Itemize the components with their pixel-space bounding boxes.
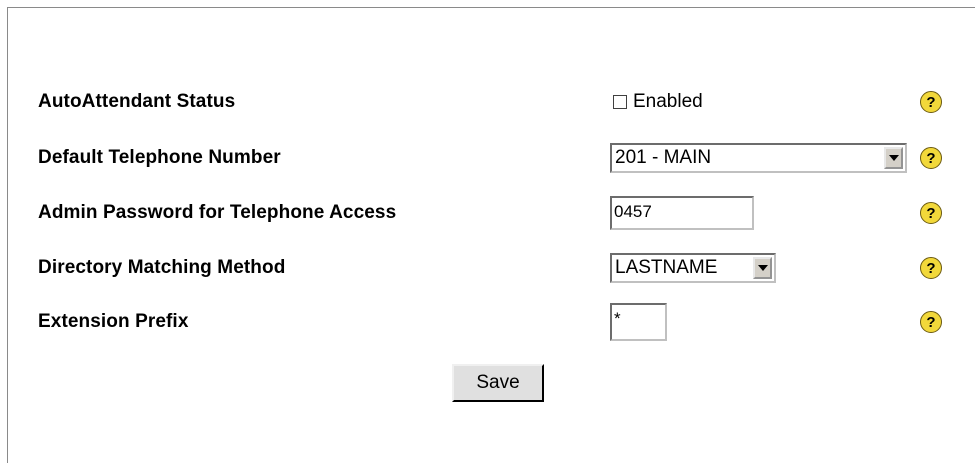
help-icon[interactable]: ? <box>920 147 942 169</box>
row-autoattendant-status: AutoAttendant Status Enabled ? <box>38 82 975 122</box>
chevron-down-icon[interactable] <box>753 257 772 279</box>
directory-matching-method-select[interactable]: LASTNAME <box>610 253 776 283</box>
save-button[interactable]: Save <box>452 364 544 402</box>
checkbox-box[interactable] <box>613 95 627 109</box>
help-icon[interactable]: ? <box>920 91 942 113</box>
extension-prefix-label: Extension Prefix <box>38 311 189 332</box>
row-directory-matching-method: Directory Matching Method LASTNAME ? <box>38 248 975 288</box>
autoattendant-status-label: AutoAttendant Status <box>38 91 236 112</box>
extension-prefix-input[interactable]: * <box>610 303 667 341</box>
autoattendant-enabled-checkbox[interactable]: Enabled <box>610 91 703 113</box>
default-telephone-number-select[interactable]: 201 - MAIN <box>610 143 907 173</box>
admin-password-input[interactable]: 0457 <box>610 196 754 230</box>
row-default-telephone-number: Default Telephone Number 201 - MAIN ? <box>38 138 975 178</box>
directory-matching-method-value: LASTNAME <box>615 257 718 278</box>
help-icon[interactable]: ? <box>920 311 942 333</box>
default-telephone-number-label: Default Telephone Number <box>38 147 281 168</box>
admin-password-label: Admin Password for Telephone Access <box>38 202 397 223</box>
enabled-label: Enabled <box>633 91 703 112</box>
default-telephone-number-value: 201 - MAIN <box>615 147 712 168</box>
chevron-down-icon[interactable] <box>884 147 903 169</box>
row-admin-password: Admin Password for Telephone Access 0457… <box>38 193 975 233</box>
row-extension-prefix: Extension Prefix * ? <box>38 302 975 342</box>
help-icon[interactable]: ? <box>920 257 942 279</box>
help-icon[interactable]: ? <box>920 202 942 224</box>
directory-matching-method-label: Directory Matching Method <box>38 257 286 278</box>
